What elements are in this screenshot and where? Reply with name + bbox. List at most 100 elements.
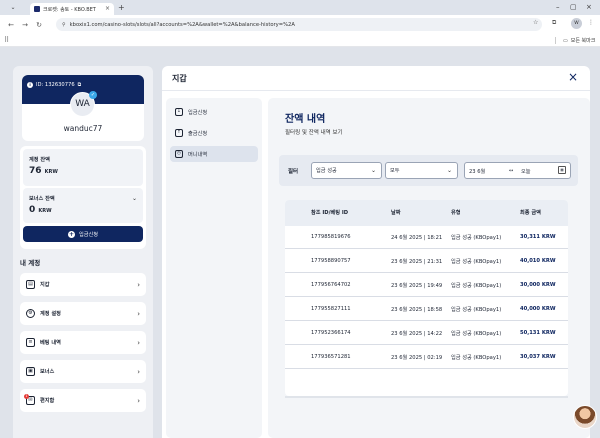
profile-card: i ID: 132630776 ⧉ WA ✓ wanduc77 <box>22 75 144 141</box>
table-row[interactable]: 177955827111 23 6월 2025 | 18:58 입금 성공 (KBO… <box>285 298 568 321</box>
maximize-icon[interactable]: ▢ <box>570 2 577 12</box>
username: wanduc77 <box>63 124 103 133</box>
chevron-down-icon: ⌄ <box>370 167 376 174</box>
new-tab-icon[interactable]: + <box>118 3 125 12</box>
date-cell: 23 6월 2025 | 02:19 <box>391 355 443 361</box>
subnav-item-withdraw[interactable]: ↑ 출금신청 <box>170 125 258 141</box>
deposit-button[interactable]: + 입금신청 <box>23 226 143 242</box>
address-bar[interactable]: ⚲ kboxix1.com/casino-slots/slots/all?acc… <box>56 18 542 31</box>
date-cell: 24 6월 2025 | 18:21 <box>391 235 443 241</box>
chevron-right-icon: › <box>137 280 140 289</box>
modal-header: 지갑 × <box>162 66 590 91</box>
reference-id-cell: 177955827111 <box>311 306 351 312</box>
info-icon: i <box>27 82 33 88</box>
site-info-icon[interactable]: ⚲ <box>62 22 66 28</box>
horizontal-scrollbar[interactable] <box>285 396 568 398</box>
chevron-right-icon: › <box>137 338 140 347</box>
table-row[interactable]: 177958890757 23 6월 2025 | 21:31 입금 성공 (KBO… <box>285 250 568 273</box>
account-balance: 계정 잔액 76 KRW <box>23 149 143 186</box>
reference-id-cell: 177985819676 <box>311 234 351 240</box>
column-header: 유형 <box>451 210 461 216</box>
close-tab-icon[interactable]: × <box>105 6 110 12</box>
date-cell: 23 6월 2025 | 19:49 <box>391 283 443 289</box>
mail-badge: 1 <box>24 394 29 399</box>
favicon-icon <box>34 6 40 12</box>
minimize-icon[interactable]: – <box>556 2 560 12</box>
extensions-icon[interactable]: ⧉ <box>552 19 556 27</box>
table-row[interactable]: 177985819676 24 6월 2025 | 18:21 입금 성공 (KBO… <box>285 226 568 249</box>
calendar-icon[interactable]: ▦ <box>558 166 566 174</box>
user-id: i ID: 132630776 ⧉ <box>27 82 81 88</box>
filter-label: 필터 <box>288 169 299 175</box>
date-to: 오늘 <box>521 169 531 175</box>
reference-id-cell: 177956764702 <box>311 282 351 288</box>
wallet-icon: ▤ <box>26 280 35 289</box>
chevron-right-icon: › <box>137 367 140 376</box>
reload-icon[interactable]: ↻ <box>32 21 46 29</box>
close-icon[interactable]: × <box>568 70 578 84</box>
my-account-heading: 내 계정 <box>20 259 41 267</box>
reference-id-cell: 177952366174 <box>311 330 351 336</box>
status-select[interactable]: 모두 ⌄ <box>385 162 458 179</box>
amount-cell: 30,000 KRW <box>520 282 556 288</box>
bonus-balance[interactable]: 보너스 잔액 ⌄ 0 KRW <box>23 188 143 223</box>
back-icon[interactable]: ← <box>4 21 18 29</box>
browser-menu-icon[interactable]: ⋮ <box>588 19 594 26</box>
settings-icon: ⚙ <box>26 309 35 318</box>
history-icon: ◷ <box>175 150 183 158</box>
table-row[interactable]: 177936571281 23 6월 2025 | 02:19 입금 성공 (KBO… <box>285 346 568 369</box>
page-title: 잔액 내역 <box>285 114 326 125</box>
balance-history-table: 참조 ID/베팅 ID 날짜 유형 최종 금액 177985819676 24 6… <box>285 200 568 396</box>
tab-search-icon[interactable]: ⌄ <box>6 3 20 12</box>
sidebar-item-bet-history[interactable]: ≡ 베팅 내역 › <box>20 331 146 354</box>
plus-icon: + <box>67 230 75 238</box>
reference-id-cell: 177958890757 <box>311 258 351 264</box>
subnav-item-deposit[interactable]: ↓ 입금신청 <box>170 104 258 120</box>
chevron-down-icon[interactable]: ⌄ <box>132 195 137 202</box>
chevron-down-icon: ⌄ <box>446 167 452 174</box>
type-cell: 입금 성공 (KBOpay1) <box>451 235 502 241</box>
type-cell: 입금 성공 (KBOpay1) <box>451 259 502 265</box>
sidebar-item-mailbox[interactable]: ✉ 1 편지함 › <box>20 389 146 412</box>
support-chat-avatar[interactable] <box>573 405 597 429</box>
date-cell: 23 6월 2025 | 14:22 <box>391 331 443 337</box>
withdraw-icon: ↑ <box>175 129 183 137</box>
date-range-picker[interactable]: 23 6월 ↔ 오늘 ▦ <box>464 162 571 179</box>
type-cell: 입금 성공 (KBOpay1) <box>451 283 502 289</box>
amount-cell: 30,037 KRW <box>520 354 556 360</box>
sidebar-item-account-settings[interactable]: ⚙ 계정 설정 › <box>20 302 146 325</box>
type-select[interactable]: 입금 성공 ⌄ <box>311 162 382 179</box>
bookmark-star-icon[interactable]: ☆ <box>533 19 538 26</box>
chevron-right-icon: › <box>137 309 140 318</box>
close-window-icon[interactable]: × <box>586 2 592 12</box>
column-header: 날짜 <box>391 210 401 216</box>
balance-card: 계정 잔액 76 KRW 보너스 잔액 ⌄ 0 KRW + 입금신청 <box>20 146 146 249</box>
amount-cell: 40,010 KRW <box>520 258 556 264</box>
mail-icon: ✉ 1 <box>24 394 35 405</box>
copy-icon[interactable]: ⧉ <box>78 82 82 88</box>
bonus-balance-value: 0 <box>29 205 36 215</box>
table-row[interactable]: 177956764702 23 6월 2025 | 19:49 입금 성공 (KBO… <box>285 274 568 297</box>
verified-check-icon: ✓ <box>89 91 97 99</box>
forward-icon[interactable]: → <box>18 21 32 29</box>
apps-grid-icon[interactable]: ⠿ <box>4 36 9 44</box>
account-balance-value: 76 <box>29 166 42 176</box>
column-header: 참조 ID/베팅 ID <box>311 210 349 216</box>
table-row[interactable]: 177952366174 23 6월 2025 | 14:22 입금 성공 (KBO… <box>285 322 568 345</box>
browser-profile-avatar[interactable]: W <box>571 18 582 29</box>
date-from: 23 6월 <box>469 169 486 175</box>
table-header: 참조 ID/베팅 ID 날짜 유형 최종 금액 <box>285 200 568 226</box>
sidebar-item-bonus[interactable]: ▣ 보너스 › <box>20 360 146 383</box>
type-cell: 입금 성공 (KBOpay1) <box>451 307 502 313</box>
gift-icon: ▣ <box>26 367 35 376</box>
balance-history-panel: 잔액 내역 필터링 및 잔액 내역 보기 필터 입금 성공 ⌄ 모두 ⌄ 23 … <box>268 98 590 438</box>
amount-cell: 30,311 KRW <box>520 234 556 240</box>
all-bookmarks-button[interactable]: ▭ 모든 북마크 <box>555 37 595 44</box>
amount-cell: 40,000 KRW <box>520 306 556 312</box>
subnav-item-money-history[interactable]: ◷ 머니내역 <box>170 146 258 162</box>
deposit-icon: ↓ <box>175 108 183 116</box>
browser-tab[interactable]: 크로켓: 송토 - KBO.BET × <box>30 3 114 15</box>
chevron-right-icon: › <box>137 396 140 405</box>
sidebar-item-wallet[interactable]: ▤ 지갑 › <box>20 273 146 296</box>
type-cell: 입금 성공 (KBOpay1) <box>451 355 502 361</box>
